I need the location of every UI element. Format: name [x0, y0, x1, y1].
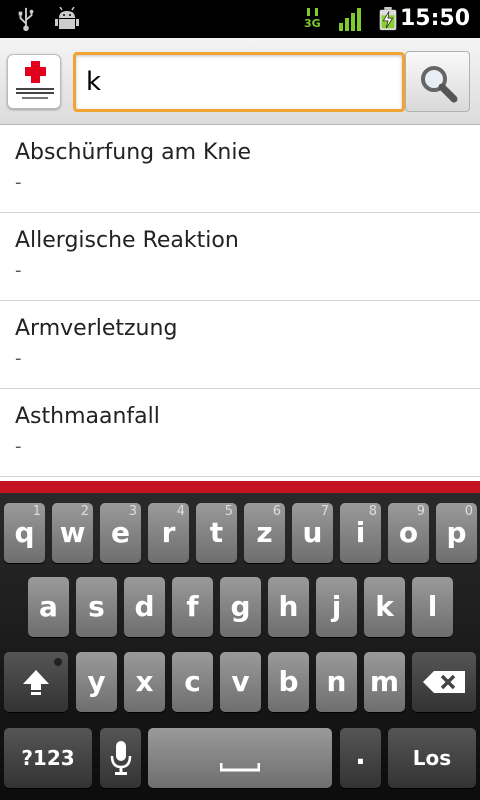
list-item-subtitle: - — [15, 172, 22, 193]
search-input[interactable]: k — [73, 52, 405, 112]
key-l[interactable]: l — [412, 577, 453, 637]
backspace-key[interactable] — [412, 652, 476, 712]
key-w[interactable]: 2w — [52, 503, 93, 563]
clock: 15:50 — [399, 6, 470, 31]
key-q[interactable]: 1q — [4, 503, 45, 563]
key-o[interactable]: 9o — [388, 503, 429, 563]
key-m[interactable]: m — [364, 652, 405, 712]
microphone-icon — [110, 741, 132, 775]
list-item[interactable]: Asthmaanfall - — [0, 389, 480, 477]
status-bar: 3G 15:50 — [0, 0, 480, 38]
key-h[interactable]: h — [268, 577, 309, 637]
key-v[interactable]: v — [220, 652, 261, 712]
key-j[interactable]: j — [316, 577, 357, 637]
list-item[interactable]: Abschürfung am Knie - — [0, 125, 480, 213]
list-item-subtitle: - — [15, 260, 22, 281]
key-e[interactable]: 3e — [100, 503, 141, 563]
list-item[interactable]: Armverletzung - — [0, 301, 480, 389]
red-cross-logo[interactable] — [7, 54, 61, 109]
list-footer-divider — [0, 481, 480, 493]
network-label: 3G — [304, 17, 321, 30]
key-b[interactable]: b — [268, 652, 309, 712]
android-debug-icon — [55, 7, 79, 29]
search-query: k — [86, 67, 102, 97]
search-button[interactable] — [405, 51, 470, 112]
key-t[interactable]: 5t — [196, 503, 237, 563]
key-i[interactable]: 8i — [340, 503, 381, 563]
key-x[interactable]: x — [124, 652, 165, 712]
list-item-title: Asthmaanfall — [15, 404, 160, 429]
symbols-key[interactable]: ?123 — [4, 728, 92, 788]
enter-go-key[interactable]: Los — [388, 728, 476, 788]
list-item-subtitle: - — [15, 436, 22, 457]
space-key[interactable] — [148, 728, 332, 788]
backspace-icon — [423, 671, 465, 693]
results-list: Abschürfung am Knie - Allergische Reakti… — [0, 125, 480, 481]
key-y[interactable]: y — [76, 652, 117, 712]
shift-key[interactable] — [4, 652, 68, 712]
list-item-title: Abschürfung am Knie — [15, 140, 252, 165]
key-k[interactable]: k — [364, 577, 405, 637]
space-bar-icon — [220, 763, 260, 772]
network-3g-icon: 3G — [304, 8, 322, 32]
key-f[interactable]: f — [172, 577, 213, 637]
signal-bars-icon — [339, 8, 361, 31]
key-g[interactable]: g — [220, 577, 261, 637]
key-z[interactable]: 6z — [244, 503, 285, 563]
key-n[interactable]: n — [316, 652, 357, 712]
battery-charging-icon — [379, 7, 397, 31]
key-p[interactable]: 0p — [436, 503, 477, 563]
voice-input-key[interactable] — [100, 728, 141, 788]
key-r[interactable]: 4r — [148, 503, 189, 563]
key-c[interactable]: c — [172, 652, 213, 712]
usb-icon — [18, 7, 34, 31]
key-d[interactable]: d — [124, 577, 165, 637]
key-a[interactable]: a — [28, 577, 69, 637]
period-key[interactable]: . — [340, 728, 381, 788]
magnifier-icon — [421, 66, 458, 103]
soft-keyboard: 1q 2w 3e 4r 5t 6z 7u 8i 9o 0p a s d f g … — [0, 493, 480, 800]
key-s[interactable]: s — [76, 577, 117, 637]
list-item-title: Allergische Reaktion — [15, 228, 239, 253]
search-header: k — [0, 38, 480, 125]
key-u[interactable]: 7u — [292, 503, 333, 563]
shift-arrow-icon — [23, 670, 49, 695]
list-item-title: Armverletzung — [15, 316, 178, 341]
list-item-subtitle: - — [15, 348, 22, 369]
list-item[interactable]: Allergische Reaktion - — [0, 213, 480, 301]
